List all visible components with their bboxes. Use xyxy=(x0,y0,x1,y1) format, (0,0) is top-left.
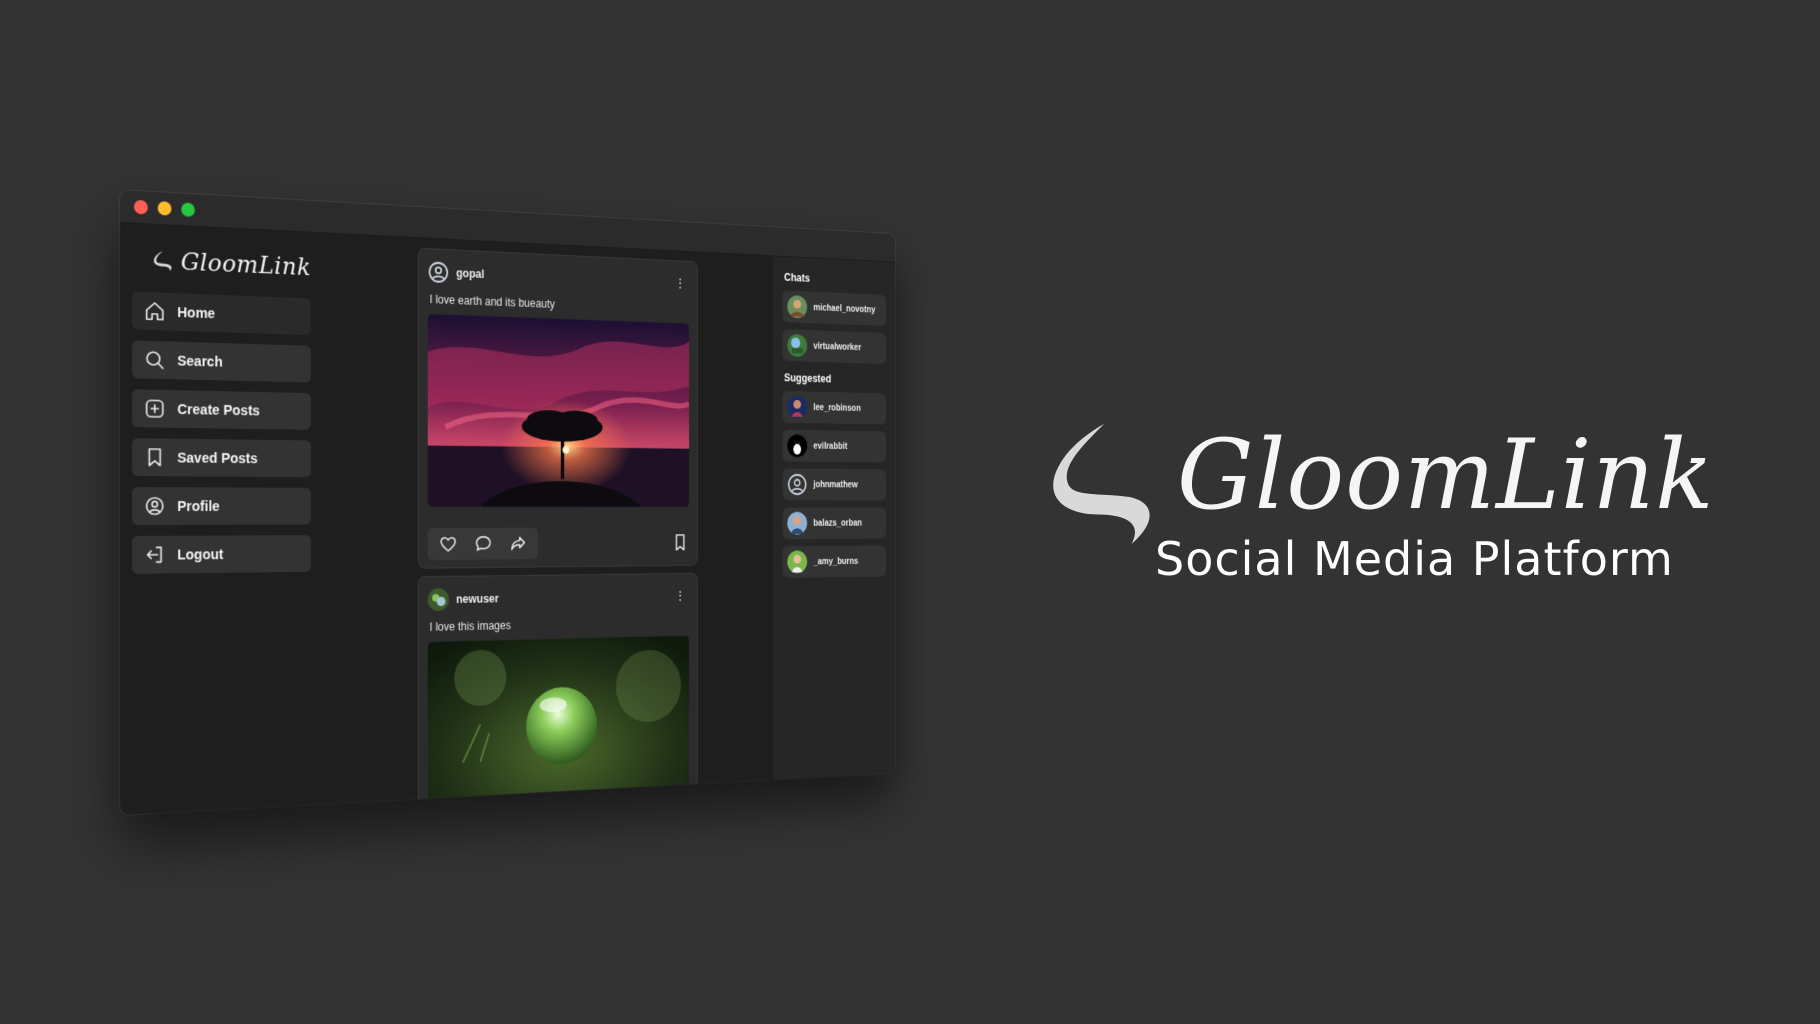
like-heart-icon[interactable] xyxy=(438,533,457,554)
search-icon xyxy=(144,349,166,371)
suggested-username: johnmathew xyxy=(813,479,858,490)
post-header: newuser ⋮ xyxy=(427,583,690,613)
sidebar-item-home[interactable]: Home xyxy=(131,291,312,336)
sidebar-item-label: Create Posts xyxy=(177,401,260,419)
sidebar-item-create-posts[interactable]: Create Posts xyxy=(131,389,312,430)
post-image xyxy=(427,635,690,815)
post-card: newuser ⋮ I love this images xyxy=(417,572,698,815)
sidebar: GloomLink Home Search Create Posts Saved… xyxy=(120,223,322,815)
default-avatar-icon[interactable] xyxy=(428,260,449,284)
chats-title: Chats xyxy=(784,271,810,285)
suggested-user[interactable]: balazs_orban xyxy=(782,507,886,540)
default-avatar-icon xyxy=(787,473,807,496)
user-avatar xyxy=(787,511,808,535)
user-circle-icon xyxy=(144,495,166,517)
post-header: gopal ⋮ xyxy=(428,259,689,297)
suggested-user[interactable]: johnmathew xyxy=(782,468,886,501)
suggested-username: lee_robinson xyxy=(813,402,861,414)
app-mockup: GloomLink Home Search Create Posts Saved… xyxy=(60,150,1060,870)
suggested-username: evilrabbit xyxy=(813,441,848,452)
bookmark-icon xyxy=(144,446,166,468)
brand-logo[interactable]: GloomLink xyxy=(152,246,311,281)
suggested-user[interactable]: lee_robinson xyxy=(782,390,886,425)
comment-icon[interactable] xyxy=(474,533,493,554)
suggested-username: balazs_orban xyxy=(813,518,862,528)
more-options-icon[interactable]: ⋮ xyxy=(675,275,690,291)
brand-name: GloomLink xyxy=(180,247,312,282)
app-layout: GloomLink Home Search Create Posts Saved… xyxy=(120,223,895,815)
chat-item[interactable]: michael_novotny xyxy=(782,290,886,327)
suggested-title: Suggested xyxy=(784,371,832,386)
browser-window: GloomLink Home Search Create Posts Saved… xyxy=(120,190,895,815)
sidebar-item-label: Home xyxy=(177,304,216,322)
sidebar-item-logout[interactable]: Logout xyxy=(131,535,312,574)
sidebar-item-saved-posts[interactable]: Saved Posts xyxy=(131,438,312,478)
save-post-button[interactable] xyxy=(671,532,689,552)
sidebar-item-label: Saved Posts xyxy=(177,449,258,467)
home-icon xyxy=(144,300,166,323)
user-avatar xyxy=(787,294,808,319)
sidebar-item-label: Search xyxy=(177,352,223,370)
gloomlink-logo-icon xyxy=(1053,424,1150,544)
sidebar-item-label: Logout xyxy=(177,546,224,563)
hero-subtitle: Social Media Platform xyxy=(1155,532,1674,586)
post-caption: I love earth and its bueauty xyxy=(429,292,555,311)
right-panel: Chats michael_novotny virtualworker Sugg… xyxy=(773,256,895,780)
user-avatar xyxy=(787,550,808,574)
plus-square-icon xyxy=(144,397,166,419)
suggested-user[interactable]: _amy_burns xyxy=(782,545,886,578)
feed: gopal ⋮ I love earth and its bueauty new… xyxy=(322,233,773,815)
user-avatar xyxy=(787,434,808,458)
chat-username: virtualworker xyxy=(813,341,862,353)
chat-username: michael_novotny xyxy=(813,302,876,315)
post-username[interactable]: gopal xyxy=(456,266,668,288)
hero-logo: GloomLink Social Media Platform xyxy=(1045,420,1713,600)
user-avatar xyxy=(787,395,808,419)
chat-item[interactable]: virtualworker xyxy=(782,329,886,365)
logout-icon xyxy=(144,544,166,566)
close-window-button[interactable] xyxy=(133,199,148,215)
suggested-user[interactable]: evilrabbit xyxy=(782,429,886,463)
sidebar-item-search[interactable]: Search xyxy=(131,340,312,383)
sidebar-item-profile[interactable]: Profile xyxy=(131,487,312,525)
minimize-window-button[interactable] xyxy=(157,201,172,216)
more-options-icon[interactable]: ⋮ xyxy=(675,588,690,604)
suggested-username: _amy_burns xyxy=(813,556,859,567)
bookmark-icon xyxy=(671,532,689,552)
user-avatar xyxy=(787,333,808,358)
gloomlink-logo-icon xyxy=(153,250,172,272)
hero-title: GloomLink xyxy=(1177,419,1715,531)
post-actions xyxy=(427,527,689,561)
sidebar-item-label: Profile xyxy=(177,498,220,514)
maximize-window-button[interactable] xyxy=(181,202,195,217)
user-avatar[interactable] xyxy=(427,588,450,612)
post-action-group xyxy=(427,527,538,561)
post-caption: I love this images xyxy=(429,618,511,634)
post-image xyxy=(427,314,690,507)
share-icon[interactable] xyxy=(509,533,528,554)
post-card: gopal ⋮ I love earth and its bueauty xyxy=(417,247,698,569)
post-username[interactable]: newuser xyxy=(456,589,668,606)
